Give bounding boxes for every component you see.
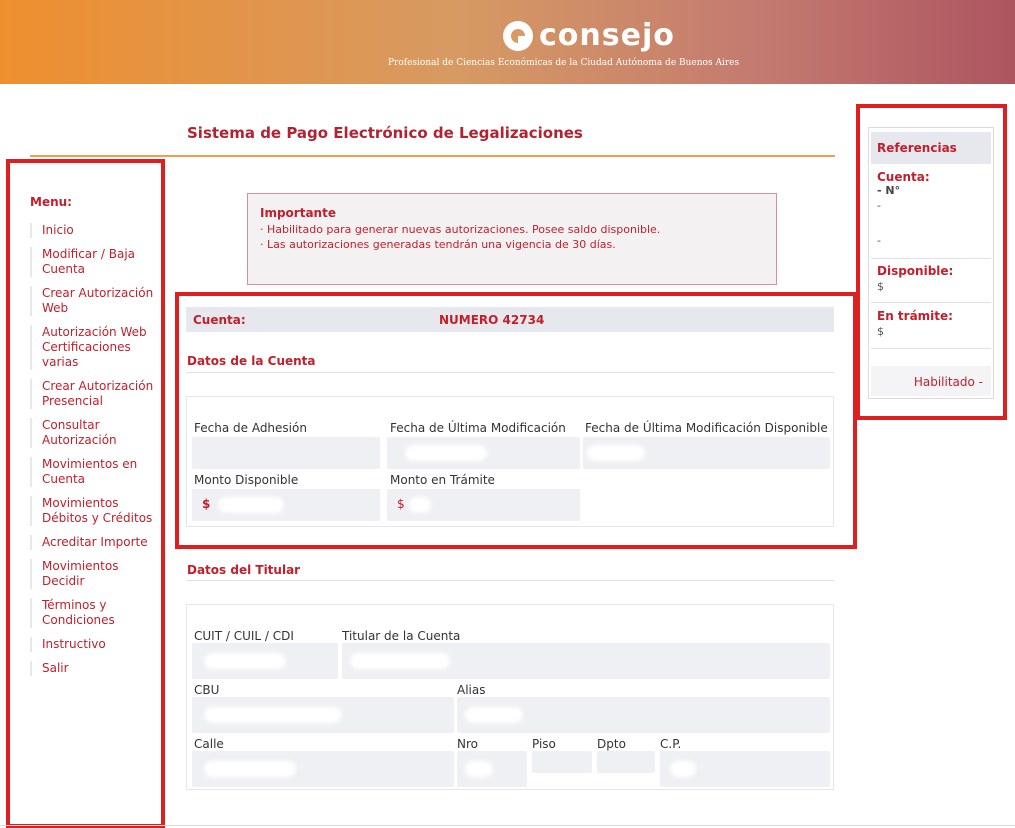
piso-label: Piso — [532, 737, 556, 751]
page-bottom-line — [0, 825, 1015, 826]
cuit-field[interactable] — [192, 643, 338, 679]
page-title: Sistema de Pago Electrónico de Legalizac… — [187, 124, 583, 142]
logo-subtitle: Profesional de Ciencias Económicas de la… — [388, 58, 740, 68]
piso-field[interactable] — [532, 751, 592, 773]
cuit-label: CUIT / CUIL / CDI — [194, 629, 294, 643]
important-alert: Importante · Habilitado para generar nue… — [247, 193, 777, 285]
dpto-label: Dpto — [597, 737, 626, 751]
datos-titular-panel: CUIT / CUIL / CDI Titular de la Cuenta C… — [186, 604, 834, 790]
consejo-logo-icon — [503, 20, 533, 51]
cuenta-highlight-frame — [175, 292, 857, 549]
dpto-field[interactable] — [597, 751, 655, 773]
calle-field[interactable] — [192, 751, 454, 787]
titular-field[interactable] — [342, 643, 830, 679]
cp-field[interactable] — [660, 751, 830, 787]
consejo-logo[interactable]: consejo — [503, 18, 675, 53]
nro-field[interactable] — [457, 751, 527, 787]
calle-label: Calle — [194, 737, 224, 751]
menu-highlight-frame — [6, 159, 165, 828]
nro-label: Nro — [457, 737, 478, 751]
cbu-label: CBU — [194, 683, 220, 697]
logo-word: consejo — [539, 18, 675, 53]
titular-label: Titular de la Cuenta — [342, 629, 461, 643]
title-divider — [30, 155, 835, 157]
cp-label: C.P. — [660, 737, 682, 751]
alert-line: · Habilitado para generar nuevas autoriz… — [260, 223, 661, 236]
alert-title: Importante — [260, 206, 336, 220]
alias-label: Alias — [457, 683, 486, 697]
alert-line: · Las autorizaciones generadas tendrán u… — [260, 238, 616, 251]
alias-field[interactable] — [457, 697, 830, 733]
cbu-field[interactable] — [192, 697, 454, 733]
datos-titular-title: Datos del Titular — [187, 563, 301, 577]
referencias-highlight-frame — [856, 104, 1007, 420]
header-banner: consejo Profesional de Ciencias Económic… — [0, 0, 1015, 84]
section-divider — [186, 580, 834, 581]
